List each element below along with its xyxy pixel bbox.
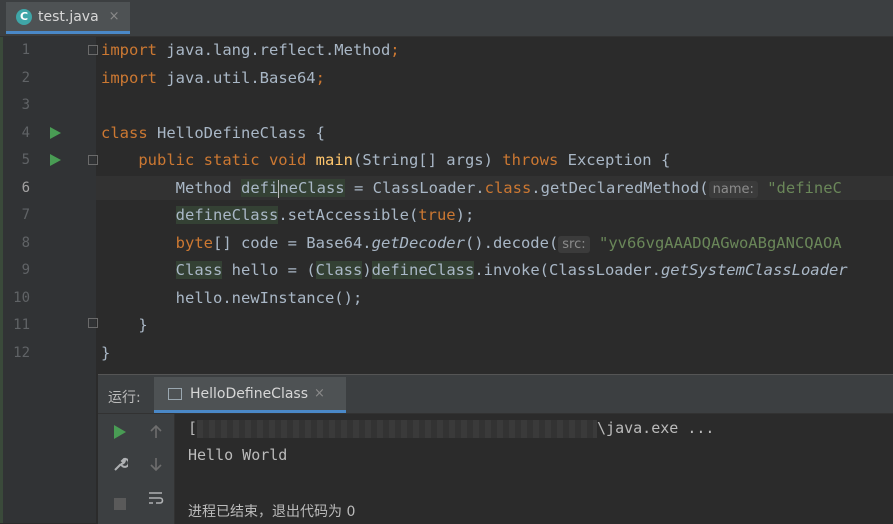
code-line-12[interactable]: } [101, 341, 110, 365]
line-number: 9 [21, 262, 30, 278]
line-number: 4 [21, 125, 30, 141]
run-tab-label: HelloDefineClass [190, 385, 309, 402]
line-number: 12 [13, 345, 30, 361]
close-tab-icon[interactable]: × [109, 9, 120, 24]
editor-tab-bar: C test.java × [0, 0, 893, 37]
scroll-down-icon[interactable] [146, 454, 166, 474]
run-tab-hellodefineclass[interactable]: HelloDefineClass × [154, 377, 346, 413]
code-line-11[interactable]: } [101, 313, 147, 337]
tab-filename: test.java [38, 8, 99, 25]
console-output-line: Hello World [188, 446, 288, 464]
param-hint: src: [558, 236, 590, 253]
line-number: 7 [21, 207, 30, 223]
console-command-line: [\java.exe ... [188, 419, 715, 438]
soft-wrap-icon[interactable] [146, 488, 166, 508]
run-toolbar [98, 414, 175, 524]
stop-icon[interactable] [110, 494, 130, 514]
fold-icon[interactable] [88, 318, 98, 328]
code-line-10[interactable]: hello.newInstance(); [101, 286, 363, 310]
redacted-path [197, 419, 598, 438]
param-hint: name: [708, 181, 758, 198]
code-line-8[interactable]: byte[] code = Base64.getDecoder().decode… [101, 231, 842, 255]
run-tool-window: 运行: HelloDefineClass × [\java.exe ... He… [98, 374, 893, 524]
run-label: 运行: [108, 390, 141, 406]
change-marker [0, 37, 3, 523]
line-number: 10 [13, 290, 30, 306]
scroll-up-icon[interactable] [146, 422, 166, 442]
console-exit-line: 进程已结束，退出代码为 0 [188, 504, 356, 520]
code-line-2[interactable]: import java.util.Base64; [101, 66, 325, 90]
wrench-icon[interactable] [110, 454, 130, 474]
code-line-6[interactable]: Method defineClass = ClassLoader.class.g… [101, 176, 842, 200]
console-icon [168, 387, 182, 400]
rerun-icon[interactable] [110, 422, 130, 442]
run-header: 运行: HelloDefineClass × [98, 375, 893, 414]
code-line-5[interactable]: public static void main(String[] args) t… [101, 148, 670, 172]
line-number: 6 [21, 180, 30, 196]
code-line-4[interactable]: class HelloDefineClass { [101, 121, 325, 145]
line-number: 3 [21, 97, 30, 113]
code-line-1[interactable]: import java.lang.reflect.Method; [101, 38, 400, 62]
line-number: 1 [21, 42, 30, 58]
java-class-icon: C [16, 8, 32, 25]
line-number: 2 [21, 70, 30, 86]
line-number: 5 [21, 152, 30, 168]
run-class-icon[interactable] [50, 127, 61, 139]
fold-icon[interactable] [88, 155, 98, 165]
code-line-7[interactable]: defineClass.setAccessible(true); [101, 203, 474, 227]
run-main-icon[interactable] [50, 154, 61, 166]
text-caret [278, 179, 280, 198]
line-number: 11 [13, 317, 30, 333]
line-number: 8 [21, 235, 30, 251]
fold-icon[interactable] [88, 45, 98, 55]
tab-test-java[interactable]: C test.java × [6, 2, 130, 34]
identifier-highlight: defineClass [240, 179, 345, 198]
close-run-tab-icon[interactable]: × [314, 386, 325, 401]
code-line-9[interactable]: Class hello = (Class)defineClass.invoke(… [101, 258, 848, 282]
